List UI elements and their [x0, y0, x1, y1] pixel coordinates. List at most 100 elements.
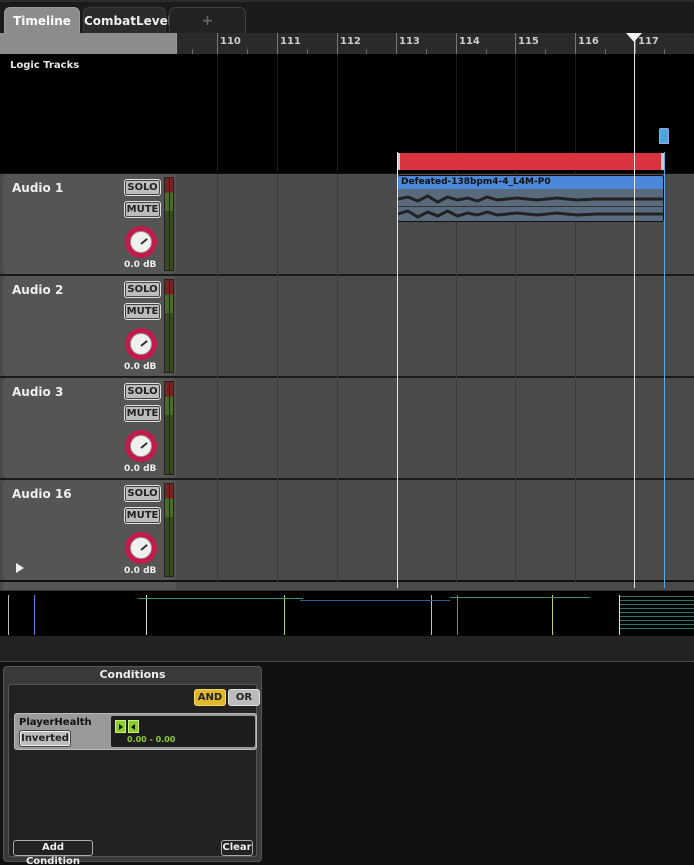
clear-button[interactable]: Clear — [221, 840, 253, 856]
bar-number: 112 — [340, 36, 361, 47]
solo-button[interactable]: SOLO — [124, 179, 161, 196]
audio-clip[interactable]: Defeated-138bpm4-4_L4M-P0 — [397, 175, 664, 222]
play-icon[interactable] — [16, 563, 24, 573]
horizontal-scroll-bar[interactable] — [0, 636, 694, 662]
loop-end-marker-icon[interactable] — [659, 128, 669, 144]
track-name[interactable]: Audio 2 — [12, 283, 63, 297]
knob-pointer — [140, 442, 148, 449]
bar-line — [575, 33, 576, 54]
timeline-ruler[interactable]: 110 111 112 113 114 115 116 117 — [0, 33, 694, 54]
knob-face — [130, 435, 152, 457]
overview-segment — [138, 598, 303, 599]
volume-knob[interactable] — [125, 532, 157, 564]
range-max-handle-icon[interactable] — [128, 720, 139, 733]
partial-track — [0, 582, 694, 590]
condition-parameter-name: PlayerHealth — [19, 717, 92, 728]
mute-button[interactable]: MUTE — [124, 405, 161, 422]
volume-knob[interactable] — [125, 226, 157, 258]
range-value: 0.00 - 0.00 — [127, 735, 176, 744]
overview-marker — [431, 595, 432, 635]
overview-segment — [300, 600, 450, 601]
track-header: Audio 3 SOLO MUTE 0.0 dB — [3, 378, 176, 478]
level-meter — [164, 381, 174, 475]
track-header: Audio 2 SOLO MUTE 0.0 dB — [3, 276, 176, 376]
playhead-line[interactable] — [634, 40, 635, 588]
bar-line — [515, 33, 516, 54]
loop-start-line — [397, 152, 398, 588]
level-meter — [164, 177, 174, 271]
grid-line — [217, 54, 218, 173]
audio-track: Audio 2 SOLO MUTE 0.0 dB — [0, 276, 694, 376]
bar-line — [396, 33, 397, 54]
bar-line — [217, 33, 218, 54]
volume-knob[interactable] — [125, 328, 157, 360]
track-name[interactable]: Audio 1 — [12, 181, 63, 195]
mute-button[interactable]: MUTE — [124, 303, 161, 320]
solo-button[interactable]: SOLO — [124, 485, 161, 502]
condition-range-slider[interactable]: 0.00 - 0.00 — [111, 716, 255, 747]
overview-marker — [8, 595, 9, 635]
range-min-handle-icon[interactable] — [115, 720, 126, 733]
bar-number: 114 — [459, 36, 480, 47]
grid-line — [277, 54, 278, 173]
condition-row[interactable]: PlayerHealth Inverted 0.00 - 0.00 — [14, 713, 257, 750]
knob-pointer — [140, 544, 148, 551]
overview-cluster — [620, 596, 694, 632]
bar-number: 115 — [518, 36, 539, 47]
knob-pointer — [140, 238, 148, 245]
waveform-bottom — [398, 209, 663, 219]
inverted-toggle[interactable]: Inverted — [19, 730, 71, 747]
tab-timeline[interactable]: Timeline — [4, 7, 80, 35]
ruler-header — [0, 33, 177, 54]
conditions-list: AND OR PlayerHealth Inverted 0.00 - 0.00… — [8, 684, 260, 865]
bar-line — [456, 33, 457, 54]
add-tab-button[interactable]: + — [169, 7, 246, 35]
conditions-panel: Conditions AND OR PlayerHealth Inverted … — [3, 666, 262, 865]
overview-marker — [34, 595, 35, 635]
audio-track: Audio 16 SOLO MUTE 0.0 dB — [0, 480, 694, 580]
overview-marker — [146, 595, 147, 635]
or-button[interactable]: OR — [228, 689, 260, 706]
loop-region-bar[interactable] — [397, 153, 664, 170]
clip-title: Defeated-138bpm4-4_L4M-P0 — [398, 176, 663, 189]
mute-button[interactable]: MUTE — [124, 201, 161, 218]
volume-readout: 0.0 dB — [124, 566, 157, 576]
conditions-title: Conditions — [99, 668, 166, 681]
overview-segment — [450, 597, 590, 598]
logic-tracks-label: Logic Tracks — [10, 60, 80, 71]
bar-line — [277, 33, 278, 54]
bar-number: 116 — [578, 36, 599, 47]
and-button[interactable]: AND — [194, 689, 226, 706]
partial-track-header — [3, 582, 176, 590]
volume-readout: 0.0 dB — [124, 362, 157, 372]
audio-track: Audio 3 SOLO MUTE 0.0 dB — [0, 378, 694, 478]
level-meter — [164, 279, 174, 373]
volume-readout: 0.0 dB — [124, 464, 157, 474]
waveform-top — [398, 194, 663, 204]
overview-marker — [552, 595, 553, 635]
level-meter — [164, 483, 174, 577]
knob-pointer — [140, 340, 148, 347]
bar-number: 110 — [220, 36, 241, 47]
track-header: Audio 1 SOLO MUTE 0.0 dB — [3, 174, 176, 274]
bar-line — [337, 33, 338, 54]
volume-readout: 0.0 dB — [124, 260, 157, 270]
track-name[interactable]: Audio 16 — [12, 487, 72, 501]
add-condition-button[interactable]: Add Condition — [13, 840, 93, 865]
tab-bar: Timeline CombatLevel + — [0, 0, 694, 35]
logic-tracks-area[interactable]: Logic Tracks — [0, 54, 694, 173]
overview-marker — [284, 595, 285, 635]
knob-face — [130, 333, 152, 355]
loop-end-line — [664, 152, 665, 588]
track-header: Audio 16 SOLO MUTE 0.0 dB — [3, 480, 176, 580]
solo-button[interactable]: SOLO — [124, 383, 161, 400]
bar-number: 111 — [280, 36, 301, 47]
tab-combatlevel[interactable]: CombatLevel — [83, 7, 172, 35]
solo-button[interactable]: SOLO — [124, 281, 161, 298]
track-name[interactable]: Audio 3 — [12, 385, 63, 399]
mute-button[interactable]: MUTE — [124, 507, 161, 524]
overview-navigator[interactable] — [0, 590, 694, 636]
overview-marker — [457, 595, 458, 635]
volume-knob[interactable] — [125, 430, 157, 462]
knob-face — [130, 231, 152, 253]
